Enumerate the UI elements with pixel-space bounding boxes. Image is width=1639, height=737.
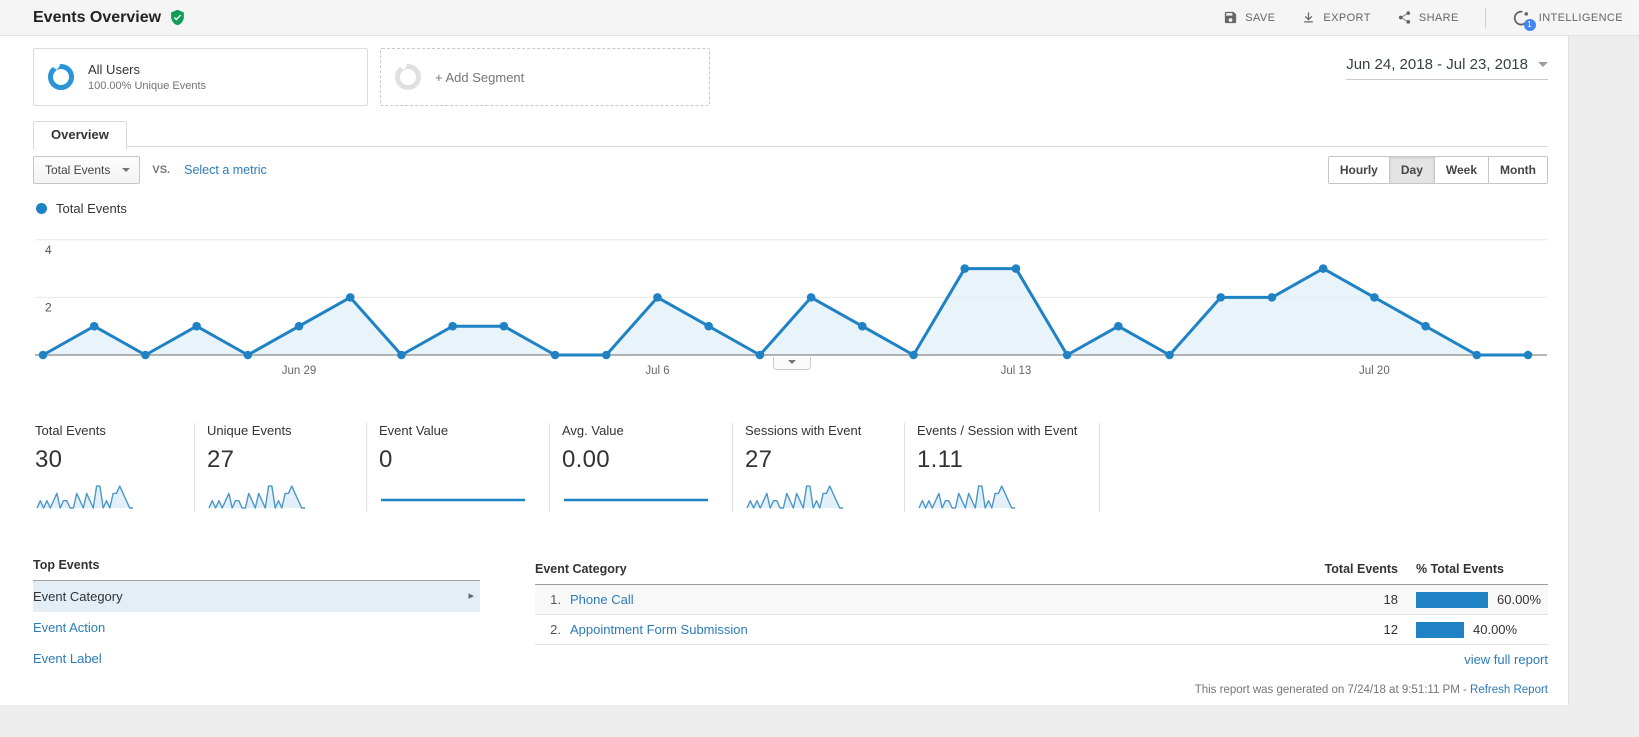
arrow-right-icon: ▸ bbox=[468, 581, 474, 612]
event-category-link[interactable]: Phone Call bbox=[570, 592, 634, 607]
card-unique-events[interactable]: Unique Events 27 bbox=[207, 423, 367, 512]
table-row: 2. Appointment Form Submission 12 40.00% bbox=[535, 615, 1548, 645]
row-total: 12 bbox=[1303, 622, 1398, 637]
svg-text:Jul 6: Jul 6 bbox=[645, 365, 669, 377]
segment-all-users[interactable]: All Users 100.00% Unique Events bbox=[33, 48, 368, 106]
select-metric-link[interactable]: Select a metric bbox=[184, 163, 267, 177]
header-event-category: Event Category bbox=[535, 562, 1303, 576]
svg-text:2: 2 bbox=[45, 300, 52, 314]
add-segment-donut-icon bbox=[395, 64, 421, 90]
vs-label: VS. bbox=[152, 164, 170, 176]
save-button[interactable]: SAVE bbox=[1223, 10, 1275, 25]
share-button[interactable]: SHARE bbox=[1397, 10, 1459, 25]
svg-text:Jul 20: Jul 20 bbox=[1359, 365, 1390, 377]
card-events-per-session[interactable]: Events / Session with Event 1.11 bbox=[917, 423, 1100, 512]
row-rank: 1. bbox=[535, 592, 561, 607]
chevron-down-icon bbox=[122, 168, 130, 172]
view-full-report-link[interactable]: view full report bbox=[1464, 652, 1548, 667]
top-events-panel: Top Events Event Category ▸ Event Action… bbox=[33, 558, 480, 674]
top-events-title: Top Events bbox=[33, 558, 480, 581]
sparkline bbox=[917, 480, 1077, 512]
top-action-bar: Events Overview SAVE EXPORT SHARE 1 INTE… bbox=[0, 0, 1639, 36]
table-row: 1. Phone Call 18 60.00% bbox=[535, 585, 1548, 615]
sparkline bbox=[207, 480, 344, 512]
download-icon bbox=[1301, 10, 1316, 25]
top-events-item-event-category[interactable]: Event Category ▸ bbox=[33, 581, 480, 612]
pct-label: 60.00% bbox=[1497, 592, 1541, 607]
share-icon bbox=[1397, 10, 1412, 25]
segment-detail: 100.00% Unique Events bbox=[88, 80, 206, 92]
svg-text:Jun 29: Jun 29 bbox=[282, 365, 317, 377]
events-line-chart[interactable]: 2 4 Jun 29 Jul 6 Jul 13 Jul 20 bbox=[35, 224, 1548, 389]
intelligence-button[interactable]: 1 INTELLIGENCE bbox=[1512, 9, 1623, 27]
pct-bar bbox=[1416, 622, 1464, 638]
granularity-week[interactable]: Week bbox=[1434, 157, 1488, 183]
export-button[interactable]: EXPORT bbox=[1301, 10, 1370, 25]
segment-name: All Users bbox=[88, 62, 206, 77]
summary-cards-row: Total Events 30 Unique Events 27 Event V… bbox=[33, 423, 1548, 512]
metric-dropdown[interactable]: Total Events bbox=[33, 156, 140, 184]
event-category-table: Event Category Total Events % Total Even… bbox=[535, 558, 1548, 674]
header-pct-total-events: % Total Events bbox=[1398, 562, 1548, 576]
add-segment-button[interactable]: + Add Segment bbox=[380, 48, 710, 106]
header-divider bbox=[1485, 8, 1486, 28]
tab-overview[interactable]: Overview bbox=[33, 121, 127, 150]
header-total-events: Total Events bbox=[1303, 562, 1398, 576]
top-events-item-event-label[interactable]: Event Label bbox=[33, 643, 480, 674]
legend-dot-icon bbox=[36, 203, 47, 214]
sparkline bbox=[379, 480, 527, 512]
card-sessions-with-event[interactable]: Sessions with Event 27 bbox=[745, 423, 905, 512]
chevron-down-icon bbox=[788, 360, 796, 364]
tab-bar: Overview bbox=[33, 120, 1548, 147]
card-avg-value[interactable]: Avg. Value 0.00 bbox=[562, 423, 733, 512]
card-event-value[interactable]: Event Value 0 bbox=[379, 423, 550, 512]
granularity-day[interactable]: Day bbox=[1389, 157, 1434, 183]
sparkline bbox=[562, 480, 710, 512]
granularity-hourly[interactable]: Hourly bbox=[1329, 157, 1389, 183]
pct-label: 40.00% bbox=[1473, 622, 1517, 637]
pct-bar bbox=[1416, 592, 1488, 608]
save-icon bbox=[1223, 10, 1238, 25]
svg-text:4: 4 bbox=[45, 243, 52, 257]
card-total-events[interactable]: Total Events 30 bbox=[35, 423, 195, 512]
row-rank: 2. bbox=[535, 622, 561, 637]
segment-donut-icon bbox=[48, 64, 74, 90]
event-category-link[interactable]: Appointment Form Submission bbox=[570, 622, 748, 637]
refresh-report-link[interactable]: Refresh Report bbox=[1470, 684, 1548, 696]
annotations-expander-button[interactable] bbox=[773, 357, 811, 370]
intelligence-icon: 1 bbox=[1512, 9, 1532, 27]
top-events-item-event-action[interactable]: Event Action bbox=[33, 612, 480, 643]
chart-legend: Total Events bbox=[33, 201, 1548, 216]
granularity-month[interactable]: Month bbox=[1488, 157, 1547, 183]
main-panel: All Users 100.00% Unique Events + Add Se… bbox=[0, 36, 1569, 705]
report-generated-note: This report was generated on 7/24/18 at … bbox=[1195, 684, 1548, 696]
intelligence-badge: 1 bbox=[1524, 19, 1536, 31]
date-range-selector[interactable]: Jun 24, 2018 - Jul 23, 2018 bbox=[1346, 56, 1548, 80]
row-total: 18 bbox=[1303, 592, 1398, 607]
sparkline bbox=[745, 480, 882, 512]
chevron-down-icon bbox=[1538, 62, 1548, 67]
svg-text:Jul 13: Jul 13 bbox=[1001, 365, 1032, 377]
table-header-row: Event Category Total Events % Total Even… bbox=[535, 558, 1548, 585]
verified-shield-icon bbox=[169, 9, 186, 26]
page-title: Events Overview bbox=[33, 9, 161, 27]
granularity-toggle: Hourly Day Week Month bbox=[1328, 156, 1548, 184]
sparkline bbox=[35, 480, 172, 512]
